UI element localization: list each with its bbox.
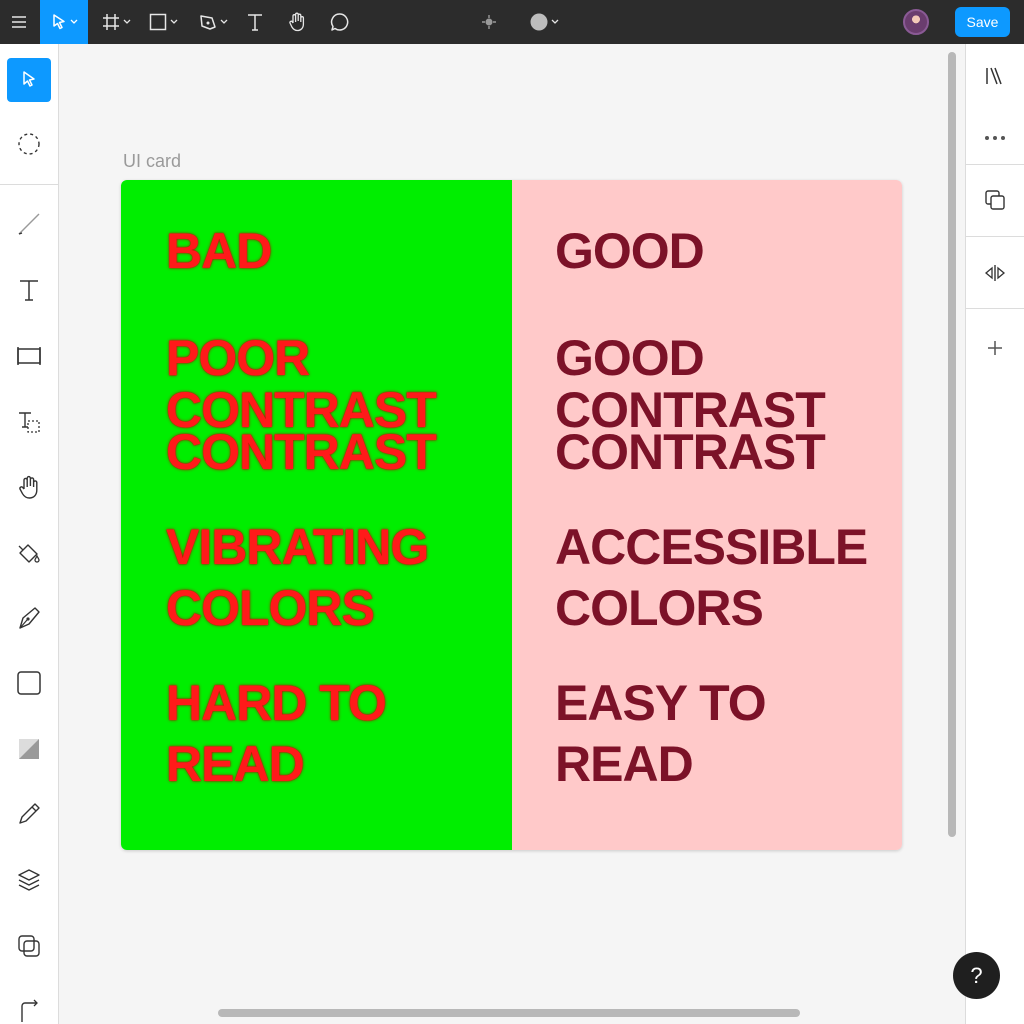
chevron-down-icon [170,19,177,24]
fill-bucket-icon [18,544,40,563]
pen-tool[interactable] [7,596,51,640]
avatar[interactable] [903,9,929,35]
frame-icon [17,347,41,365]
vertical-scrollbar[interactable] [948,52,956,837]
layers-tool[interactable] [7,858,51,902]
fill-color-icon [530,13,547,31]
good-text-line: CONTRAST [555,424,826,480]
crop-tool[interactable] [7,989,51,1024]
horizontal-scrollbar[interactable] [218,1009,800,1017]
bad-text-line: HARD TO [166,675,387,731]
good-text-line: COLORS [555,580,764,636]
move-icon [52,14,65,30]
hand-tool-button[interactable] [281,0,313,44]
frame-icon [102,14,119,30]
menu-icon[interactable] [0,0,38,44]
layers-icon [18,869,40,891]
frame-tool[interactable] [7,334,51,378]
flip-icon [984,265,1006,281]
text-box-tool[interactable] [7,400,51,444]
bad-text-line: VIBRATING [166,519,429,575]
more-icon [985,136,1005,140]
line-tool[interactable] [7,202,51,246]
chevron-down-icon [123,19,130,24]
toolbar-divider [966,308,1024,309]
bad-text-line: POOR [166,330,310,386]
gradient-tool[interactable] [7,727,51,771]
left-toolbar [0,44,59,1024]
text-icon [248,14,262,31]
rectangle-tool[interactable] [7,661,51,705]
move-icon [23,71,35,87]
lasso-tool[interactable] [7,122,51,166]
bad-text-line: READ [166,736,305,792]
good-text-line: GOOD [555,330,705,386]
frame-label[interactable]: UI card [123,151,181,172]
text-box-icon [19,412,40,433]
chevron-down-icon [220,19,227,24]
crop-icon [21,999,38,1022]
more-button[interactable] [973,116,1017,160]
help-button[interactable]: ? [953,952,1000,999]
add-icon [988,341,1002,355]
gradient-icon [19,739,39,759]
comment-tool-button[interactable] [324,0,356,44]
copy-tool[interactable] [7,924,51,968]
pencil-tool[interactable] [7,792,51,836]
good-text-line: READ [555,736,694,792]
add-button[interactable] [973,326,1017,370]
align-button[interactable] [973,54,1017,98]
line-icon [18,213,40,235]
fill-color-button[interactable] [522,0,566,44]
lasso-icon [18,133,40,155]
align-icon [986,67,1002,85]
move-tool-button[interactable] [40,0,88,44]
bad-panel[interactable]: BAD POOR CONTRAST CONTRAST VIBRATING COL… [121,180,512,850]
pencil-icon [19,803,40,824]
frame-tool-button[interactable] [96,0,136,44]
ui-card-frame[interactable]: BAD POOR CONTRAST CONTRAST VIBRATING COL… [121,180,902,850]
chevron-down-icon [551,19,558,24]
bad-text-line: COLORS [166,580,375,636]
bad-text-line: CONTRAST [166,424,437,480]
toolbar-divider [0,184,59,185]
hand-icon [289,12,305,32]
toolbar-divider [966,236,1024,237]
copy-icon [18,935,40,957]
save-button[interactable]: Save [955,7,1010,37]
good-panel[interactable]: GOOD GOOD CONTRAST CONTRAST ACCESSIBLE C… [512,180,902,850]
component-icon [482,15,496,29]
flip-button[interactable] [973,251,1017,295]
good-text-line: ACCESSIBLE [555,519,868,575]
good-heading: GOOD [555,223,705,279]
right-toolbar [965,44,1024,1024]
pen-tool-button[interactable] [192,0,234,44]
comment-icon [330,13,349,31]
bad-heading: BAD [166,223,272,279]
duplicate-button[interactable] [973,178,1017,222]
text-tool[interactable] [7,268,51,312]
duplicate-icon [985,190,1005,210]
good-text-line: EASY TO [555,675,767,731]
chevron-down-icon [70,19,77,24]
hand-icon [19,475,38,499]
rectangle-icon [149,13,166,31]
text-tool-button[interactable] [240,0,270,44]
pen-icon [19,607,40,629]
rectangle-tool-button[interactable] [142,0,184,44]
top-toolbar: Save [0,0,1024,44]
toolbar-divider [966,164,1024,165]
pen-icon [199,15,216,30]
move-tool[interactable] [7,58,51,102]
component-button[interactable] [476,0,502,44]
fill-bucket-tool[interactable] [7,532,51,576]
text-icon [20,280,38,301]
hand-tool[interactable] [7,466,51,510]
rectangle-icon [17,671,41,695]
